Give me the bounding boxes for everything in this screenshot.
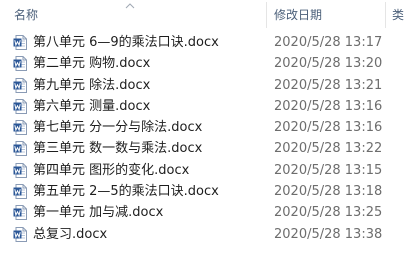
file-name: 第一单元 加与减.docx — [33, 205, 164, 221]
word-doc-icon — [13, 205, 27, 221]
word-doc-icon — [13, 77, 27, 93]
word-doc-icon — [13, 184, 27, 200]
file-list: 第八单元 6—9的乘法口诀.docx 2020/5/28 13:17 第二单元 购物… — [0, 32, 406, 245]
file-date-modified: 2020/5/28 13:20 — [274, 56, 383, 72]
file-date-modified: 2020/5/28 13:16 — [274, 98, 383, 114]
column-header-name[interactable]: 名称 — [0, 0, 266, 30]
file-name: 第九单元 除法.docx — [33, 77, 151, 93]
file-date-modified: 2020/5/28 13:18 — [274, 184, 383, 200]
word-doc-icon — [13, 35, 27, 50]
column-header-type[interactable]: 类 — [386, 0, 406, 30]
file-row[interactable]: 第四单元 图形的变化.docx 2020/5/28 13:15 — [0, 160, 406, 181]
column-header-bar: 名称 修改日期 类 — [0, 0, 406, 30]
file-type-cell — [398, 202, 406, 223]
file-type-cell — [398, 75, 406, 96]
file-row[interactable]: 第三单元 数一数与乘法.docx 2020/5/28 13:22 — [0, 138, 406, 159]
file-name: 第三单元 数一数与乘法.docx — [33, 141, 203, 157]
file-row[interactable]: 第五单元 2—5的乘法口诀.docx 2020/5/28 13:18 — [0, 181, 406, 202]
file-row[interactable]: 总复习.docx 2020/5/28 13:38 — [0, 224, 406, 245]
file-date-modified: 2020/5/28 13:15 — [274, 162, 383, 178]
file-name: 总复习.docx — [33, 226, 108, 242]
file-type-cell — [398, 224, 406, 245]
word-doc-icon — [13, 226, 27, 242]
file-date-modified: 2020/5/28 13:21 — [274, 77, 383, 93]
file-date-modified: 2020/5/28 13:16 — [274, 120, 383, 136]
file-name: 第六单元 测量.docx — [33, 98, 151, 114]
file-name: 第八单元 6—9的乘法口诀.docx — [33, 35, 219, 50]
file-date-modified: 2020/5/28 13:25 — [274, 205, 383, 221]
file-name: 第二单元 购物.docx — [33, 56, 151, 72]
file-date-modified: 2020/5/28 13:38 — [274, 226, 383, 242]
file-type-cell — [398, 160, 406, 181]
file-type-cell — [398, 117, 406, 138]
file-row[interactable]: 第九单元 除法.docx 2020/5/28 13:21 — [0, 75, 406, 96]
word-doc-icon — [13, 162, 27, 178]
word-doc-icon — [13, 120, 27, 136]
file-row[interactable]: 第六单元 测量.docx 2020/5/28 13:16 — [0, 96, 406, 117]
file-name: 第七单元 分一分与除法.docx — [33, 120, 203, 136]
file-row[interactable]: 第一单元 加与减.docx 2020/5/28 13:25 — [0, 202, 406, 223]
file-date-modified: 2020/5/28 13:17 — [274, 35, 383, 50]
file-type-cell — [398, 181, 406, 202]
file-type-cell — [398, 32, 406, 53]
file-type-cell — [398, 138, 406, 159]
file-name: 第四单元 图形的变化.docx — [33, 162, 190, 178]
column-header-date-modified[interactable]: 修改日期 — [267, 0, 385, 30]
word-doc-icon — [13, 141, 27, 157]
file-type-cell — [398, 96, 406, 117]
word-doc-icon — [13, 56, 27, 72]
file-name: 第五单元 2—5的乘法口诀.docx — [33, 184, 219, 200]
file-row[interactable]: 第二单元 购物.docx 2020/5/28 13:20 — [0, 53, 406, 74]
file-date-modified: 2020/5/28 13:22 — [274, 141, 383, 157]
file-row[interactable]: 第七单元 分一分与除法.docx 2020/5/28 13:16 — [0, 117, 406, 138]
word-doc-icon — [13, 98, 27, 114]
file-type-cell — [398, 53, 406, 74]
file-row[interactable]: 第八单元 6—9的乘法口诀.docx 2020/5/28 13:17 — [0, 32, 406, 53]
